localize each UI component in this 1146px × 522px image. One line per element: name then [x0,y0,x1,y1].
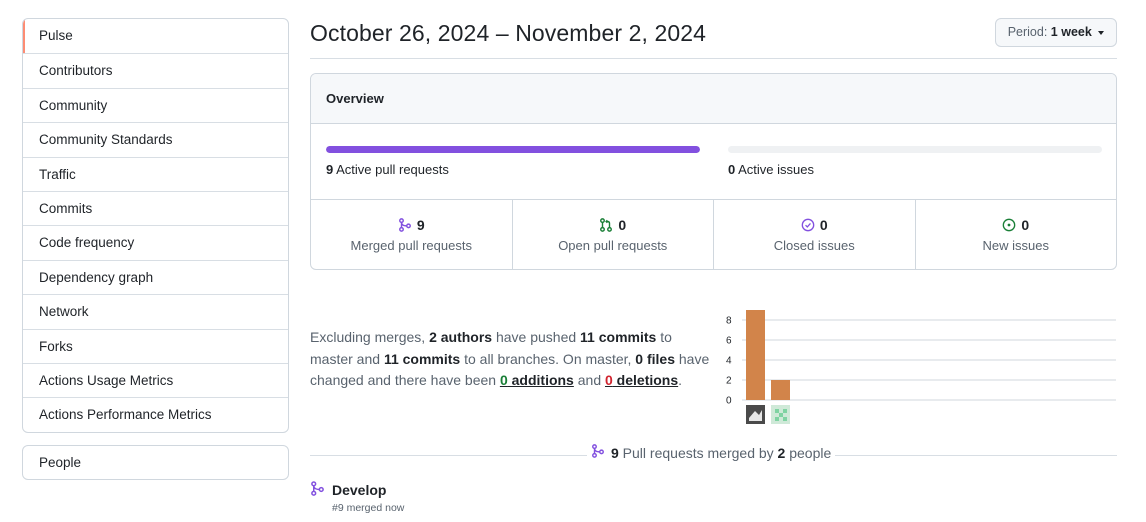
author-avatar[interactable] [771,405,790,424]
author-avatar[interactable] [746,405,765,424]
sidebar-item-forks[interactable]: Forks [23,328,288,363]
stat-open-prs[interactable]: 0 Open pull requests [511,200,714,269]
authors-count: 2 authors [429,329,493,345]
sidebar-item-code-frequency[interactable]: Code frequency [23,225,288,259]
open-prs-count: 0 [618,217,627,233]
git-merge-icon [310,481,325,499]
activity-bars: 9 Active pull requests 0 Active issues [311,124,1116,200]
y-tick-label: 2 [726,376,732,387]
sidebar-item-community-standards[interactable]: Community Standards [23,122,288,156]
active-prs-link[interactable]: 9 Active pull requests [326,162,449,177]
git-pull-request-icon [599,218,613,232]
sidebar-item-commits[interactable]: Commits [23,190,288,225]
commits-all-count: 11 commits [383,350,461,367]
files-changed-count: 0 files [635,350,675,367]
active-issues-link[interactable]: 0 Active issues [728,162,814,177]
merged-prs-count: 9 [416,217,425,233]
y-tick-label: 6 [726,336,732,347]
y-tick-label: 0 [726,396,732,407]
deletions-link[interactable]: 0 deletions [605,372,678,388]
additions-word: additions [507,372,574,388]
pr-list-item: Develop [310,481,386,499]
merged-prs-heading: 9 Pull requests merged by 2 people [587,444,836,461]
new-issues-count: 0 [1021,217,1030,233]
pr-title-link[interactable]: Develop [332,482,386,498]
period-label: Period: [1007,25,1048,39]
active-issues-label: Active issues [738,162,815,177]
sidebar-item-pulse[interactable]: Pulse [23,19,288,54]
overview-box: Overview 9 Active pull requests 0 Active… [310,73,1117,270]
commits-master-count: 11 commits [580,329,657,345]
summary-text: Excluding merges, [310,329,430,345]
pr-meta: #9 merged now [332,502,405,514]
period-value: 1 week [1050,25,1092,39]
active-prs-bar [326,146,700,153]
stat-new-issues[interactable]: 0 New issues [914,200,1117,269]
sidebar-item-actions-usage-metrics[interactable]: Actions Usage Metrics [23,362,288,397]
merged-text: Pull requests merged by [618,444,778,461]
merged-prs-label: Merged pull requests [350,238,472,253]
closed-issues-count: 0 [819,217,828,233]
overview-stats: 9 Merged pull requests 0 Open pull reque… [311,200,1117,269]
y-tick-label: 4 [726,356,732,367]
deletions-word: deletions [612,372,679,388]
caret-down-icon [1098,30,1105,35]
chart-bar[interactable] [746,310,765,400]
active-issues-count: 0 [728,162,736,177]
commit-summary: Excluding merges, 2 authors have pushed … [310,327,712,392]
stat-merged-prs[interactable]: 9 Merged pull requests [311,200,512,269]
additions-count: 0 [499,372,508,388]
sidebar-item-actions-performance-metrics[interactable]: Actions Performance Metrics [23,397,288,431]
sidebar-item-dependency-graph[interactable]: Dependency graph [23,259,288,294]
new-issues-label: New issues [982,238,1049,253]
summary-text: to all branches. On master, [460,350,636,367]
commits-chart-svg: 0 2 4 6 8 [726,310,1116,424]
active-prs-label: Active pull requests [336,162,449,177]
sidebar-item-network[interactable]: Network [23,294,288,328]
merged-people-word: people [785,444,832,461]
overview-title: Overview [311,74,1116,124]
merged-count: 9 [611,444,619,461]
open-prs-label: Open pull requests [558,238,668,253]
page-title: October 26, 2024 – November 2, 2024 [310,20,707,46]
stat-closed-issues[interactable]: 0 Closed issues [713,200,915,269]
people-nav: People [22,445,289,480]
issue-closed-icon [801,218,815,232]
closed-issues-label: Closed issues [773,238,855,253]
active-prs-count: 9 [326,162,334,177]
summary-text: have pushed [492,329,581,345]
summary-text: and [573,372,605,388]
sidebar-item-people[interactable]: People [23,446,288,479]
commits-by-author-chart: 0 2 4 6 8 [720,305,1120,430]
period-dropdown-button[interactable]: Period: 1 week [995,18,1117,47]
additions-link[interactable]: 0 additions [500,372,574,388]
chart-bar[interactable] [771,380,790,400]
deletions-count: 0 [605,372,613,388]
sidebar-item-traffic[interactable]: Traffic [23,156,288,191]
git-merge-icon [398,218,412,232]
summary-text: . [678,372,683,388]
y-tick-label: 8 [726,316,732,327]
git-merge-icon [591,444,605,461]
active-issues-bar [728,146,1102,153]
sidebar-item-contributors[interactable]: Contributors [23,53,288,87]
header-divider [310,58,1117,59]
active-prs-bar-fill [326,146,700,153]
sidebar-item-community[interactable]: Community [23,87,288,122]
insights-sidebar: Pulse Contributors Community Community Stan… [22,18,289,433]
issue-opened-icon [1002,218,1016,232]
